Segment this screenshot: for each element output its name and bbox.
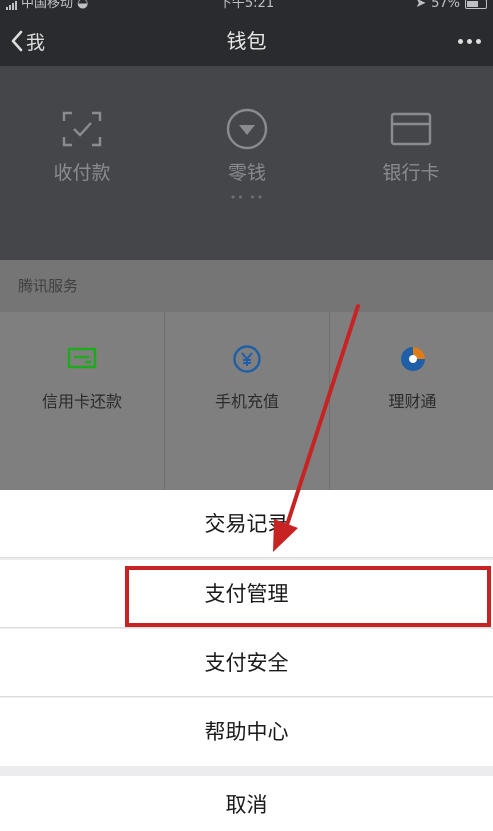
chevron-left-icon (11, 30, 23, 52)
credit-card-icon (67, 347, 97, 369)
sheet-item-payment-security[interactable]: 支付安全 (0, 629, 493, 697)
page-title: 钱包 (226, 29, 267, 53)
service-credit-card-repay[interactable]: 信用卡还款 (0, 312, 165, 492)
battery-percent: 57% (431, 0, 460, 11)
back-button[interactable]: 我 (10, 16, 45, 66)
wallet-balance-hidden: •• •• (229, 191, 265, 204)
more-dot-icon (458, 38, 463, 44)
service-label: 信用卡还款 (41, 392, 122, 411)
wallet-item-label: 零钱 (227, 162, 266, 184)
service-phone-topup[interactable]: 手机充值 (165, 312, 330, 492)
back-label: 我 (26, 31, 46, 54)
service-label: 理财通 (388, 392, 437, 411)
wallet-item-payment[interactable]: 收付款 (0, 108, 164, 185)
service-wealth[interactable]: 理财通 (330, 312, 493, 492)
sheet-item-transactions[interactable]: 交易记录 (0, 490, 493, 558)
nav-bar: 我 钱包 (0, 16, 493, 66)
location-icon: ➤ (415, 0, 427, 11)
wealth-icon (400, 347, 425, 371)
status-bar: 中国移动 ◒ 下午5:21 ➤ 57% (0, 0, 493, 16)
wallet-item-label: 银行卡 (382, 162, 440, 184)
status-right: ➤ 57% (415, 0, 487, 10)
more-dot-icon (467, 38, 472, 44)
more-button[interactable] (458, 16, 481, 66)
more-dot-icon (476, 38, 481, 44)
battery-icon (465, 0, 487, 9)
section-header-services: 腾讯服务 (0, 260, 493, 312)
sheet-item-payment-management[interactable]: 支付管理 (0, 560, 493, 628)
action-sheet: 交易记录 支付管理 支付安全 帮助中心 取消 (0, 490, 493, 831)
cancel-button[interactable]: 取消 (0, 776, 493, 831)
wallet-item-label: 收付款 (53, 162, 111, 184)
wallet-header: 收付款 零钱 •• •• 银行卡 (0, 66, 493, 260)
service-grid: 信用卡还款 手机充值 理财通 (0, 312, 493, 492)
yen-icon (233, 345, 261, 373)
scan-icon (62, 111, 102, 147)
card-icon (390, 112, 432, 146)
wallet-item-change[interactable]: 零钱 •• •• (165, 108, 329, 204)
sheet-item-help-center[interactable]: 帮助中心 (0, 698, 493, 766)
coin-icon (226, 108, 268, 150)
wallet-item-bankcard[interactable]: 银行卡 (329, 108, 493, 185)
service-label: 手机充值 (214, 392, 279, 411)
